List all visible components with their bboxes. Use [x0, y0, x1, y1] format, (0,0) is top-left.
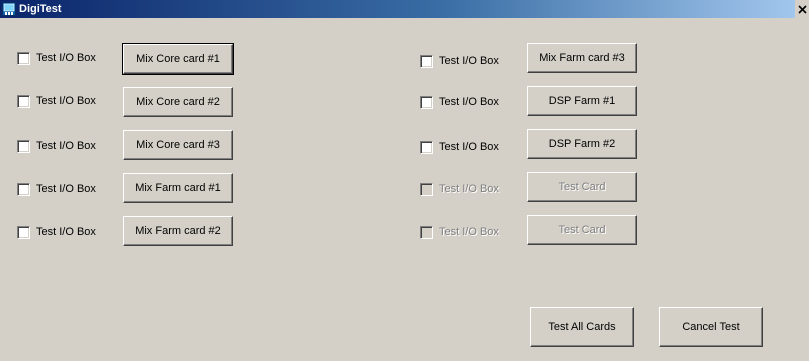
checkbox-box[interactable] [17, 51, 30, 65]
mix-farm-card-3-button[interactable]: Mix Farm card #3 [527, 43, 637, 73]
test-io-checkbox-mix-farm-2[interactable]: Test I/O Box [17, 224, 96, 240]
checkbox-label: Test I/O Box [439, 226, 499, 238]
checkbox-box[interactable] [17, 182, 30, 196]
checkbox-box[interactable] [17, 94, 30, 108]
digitest-window: DigiTest Test I/O Box Mix Core card #1 T… [0, 0, 809, 361]
checkbox-label: Test I/O Box [439, 55, 499, 67]
cancel-test-button[interactable]: Cancel Test [659, 307, 763, 347]
test-io-checkbox-mix-core-1[interactable]: Test I/O Box [17, 50, 96, 66]
dsp-farm-2-button[interactable]: DSP Farm #2 [527, 129, 637, 159]
test-all-cards-button[interactable]: Test All Cards [530, 307, 634, 347]
test-card-2-button: Test Card [527, 215, 637, 245]
test-io-checkbox-test-card-1: Test I/O Box [420, 181, 499, 197]
mix-core-card-1-button[interactable]: Mix Core card #1 [122, 43, 234, 75]
checkbox-label: Test I/O Box [36, 52, 96, 64]
checkbox-label: Test I/O Box [36, 226, 96, 238]
app-icon [2, 2, 16, 16]
close-button[interactable] [795, 0, 809, 18]
test-card-1-button: Test Card [527, 172, 637, 202]
mix-core-card-2-button[interactable]: Mix Core card #2 [123, 87, 233, 117]
test-io-checkbox-dsp-farm-1[interactable]: Test I/O Box [420, 94, 499, 110]
test-io-checkbox-dsp-farm-2[interactable]: Test I/O Box [420, 139, 499, 155]
checkbox-box[interactable] [420, 140, 433, 154]
mix-farm-card-2-button[interactable]: Mix Farm card #2 [123, 216, 233, 246]
checkbox-label: Test I/O Box [36, 140, 96, 152]
checkbox-label: Test I/O Box [439, 183, 499, 195]
checkbox-box[interactable] [420, 54, 433, 68]
mix-farm-card-1-button[interactable]: Mix Farm card #1 [123, 173, 233, 203]
mix-core-card-3-button[interactable]: Mix Core card #3 [123, 130, 233, 160]
checkbox-box[interactable] [420, 95, 433, 109]
test-io-checkbox-mix-farm-1[interactable]: Test I/O Box [17, 181, 96, 197]
checkbox-box [420, 182, 433, 196]
title-bar[interactable]: DigiTest [0, 0, 809, 18]
checkbox-box [420, 225, 433, 239]
checkbox-label: Test I/O Box [36, 95, 96, 107]
checkbox-label: Test I/O Box [439, 141, 499, 153]
checkbox-label: Test I/O Box [439, 96, 499, 108]
test-io-checkbox-mix-core-2[interactable]: Test I/O Box [17, 93, 96, 109]
window-title: DigiTest [19, 3, 62, 15]
test-io-checkbox-mix-core-3[interactable]: Test I/O Box [17, 138, 96, 154]
test-io-checkbox-test-card-2: Test I/O Box [420, 224, 499, 240]
close-icon [797, 4, 807, 14]
test-io-checkbox-mix-farm-3[interactable]: Test I/O Box [420, 53, 499, 69]
checkbox-box[interactable] [17, 225, 30, 239]
checkbox-label: Test I/O Box [36, 183, 96, 195]
dsp-farm-1-button[interactable]: DSP Farm #1 [527, 86, 637, 116]
checkbox-box[interactable] [17, 139, 30, 153]
